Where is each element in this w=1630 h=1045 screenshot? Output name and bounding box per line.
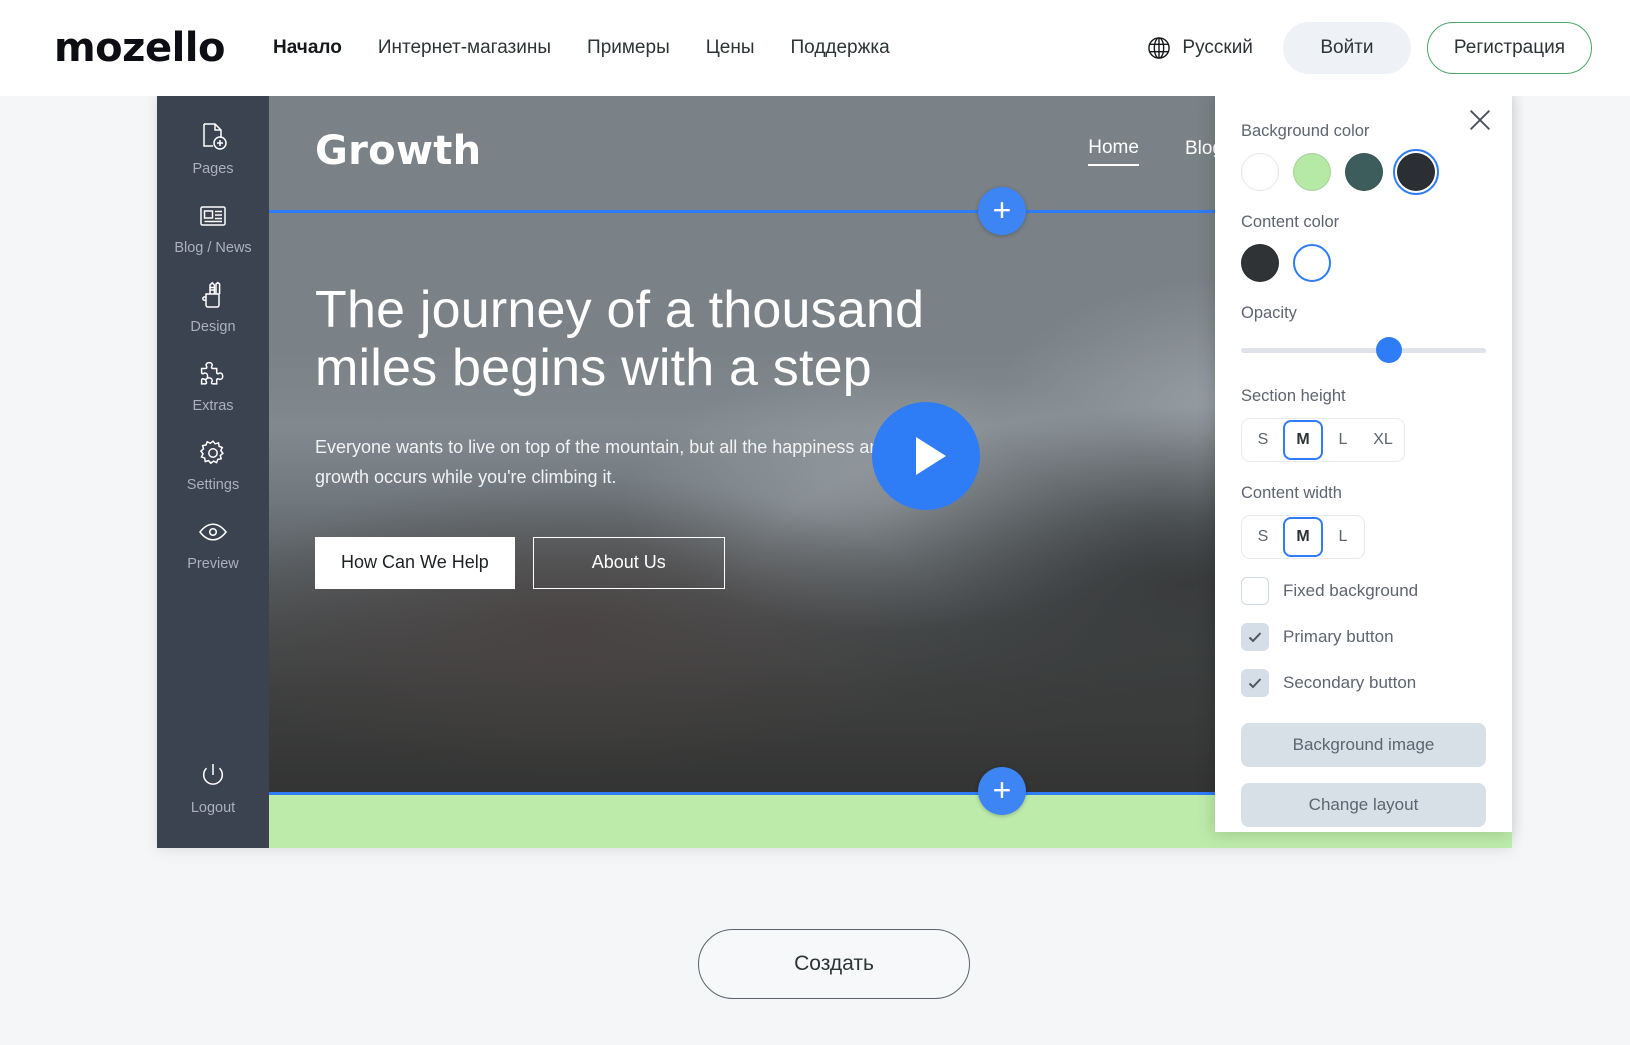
register-button[interactable]: Регистрация	[1426, 22, 1592, 74]
content-width-label: Content width	[1241, 484, 1342, 502]
header-actions: Русский Войти Регистрация	[1146, 22, 1592, 74]
check-icon	[1248, 678, 1262, 689]
hero-primary-button[interactable]: How Can We Help	[315, 536, 515, 589]
create-button[interactable]: Создать	[698, 929, 970, 999]
background-color-label: Background color	[1241, 122, 1370, 140]
opacity-slider-thumb[interactable]	[1375, 337, 1402, 363]
nav-item-examples[interactable]: Примеры	[587, 37, 670, 59]
add-section-button-top[interactable]: +	[978, 187, 1026, 235]
fixed-background-checkbox-row[interactable]: Fixed background	[1241, 577, 1486, 605]
site-nav-home[interactable]: Home	[1088, 137, 1139, 166]
site-header: mozello Начало Интернет-магазины Примеры…	[0, 0, 1630, 96]
sidebar-item-label: Pages	[192, 161, 234, 177]
sidebar-item-label: Logout	[190, 800, 236, 816]
bg-swatch-near-black[interactable]	[1393, 149, 1439, 195]
background-color-swatches	[1241, 149, 1486, 195]
sidebar-item-label: Settings	[186, 477, 240, 493]
section-height-option-l[interactable]: L	[1323, 420, 1363, 460]
sidebar-item-blog-news[interactable]: Blog / News	[157, 187, 269, 266]
nav-item-pricing[interactable]: Цены	[706, 37, 755, 59]
content-color-group: Content color	[1241, 213, 1486, 282]
secondary-button-checkbox[interactable]	[1241, 669, 1269, 697]
section-height-option-s[interactable]: S	[1243, 420, 1283, 460]
section-settings-panel: Background color Content color Opacity S…	[1215, 92, 1512, 832]
sidebar-item-label: Preview	[187, 556, 239, 572]
nav-item-home[interactable]: Начало	[273, 37, 342, 59]
language-label: Русский	[1182, 37, 1253, 58]
sidebar-item-label: Blog / News	[174, 240, 252, 256]
mozello-logo[interactable]: mozello	[54, 28, 225, 68]
language-selector[interactable]: Русский	[1146, 35, 1253, 61]
globe-icon	[1146, 35, 1172, 61]
opacity-slider[interactable]	[1241, 335, 1486, 365]
content-width-option-m[interactable]: M	[1283, 517, 1323, 557]
hero-heading[interactable]: The journey of a thousand miles begins w…	[315, 281, 1035, 397]
primary-button-label: Primary button	[1283, 627, 1394, 646]
content-swatch-dark[interactable]	[1241, 244, 1279, 282]
primary-button-checkbox-row[interactable]: Primary button	[1241, 623, 1486, 651]
nav-item-online-stores[interactable]: Интернет-магазины	[378, 37, 551, 59]
content-width-segmented-control: S M L	[1241, 515, 1365, 559]
fixed-background-checkbox[interactable]	[1241, 577, 1269, 605]
hero-secondary-button[interactable]: About Us	[532, 536, 725, 589]
login-button[interactable]: Войти	[1282, 22, 1411, 74]
section-height-option-m[interactable]: M	[1283, 420, 1323, 460]
hero-paragraph[interactable]: Everyone wants to live on top of the mou…	[315, 433, 935, 492]
primary-button-checkbox[interactable]	[1241, 623, 1269, 651]
opacity-group: Opacity	[1241, 304, 1486, 365]
section-height-label: Section height	[1241, 387, 1346, 405]
main-navigation: Начало Интернет-магазины Примеры Цены По…	[273, 37, 890, 59]
video-play-button[interactable]	[872, 402, 980, 510]
sidebar-item-label: Design	[190, 319, 236, 335]
fixed-background-label: Fixed background	[1283, 581, 1419, 600]
secondary-button-checkbox-row[interactable]: Secondary button	[1241, 669, 1486, 697]
content-color-swatches	[1241, 244, 1486, 282]
background-image-button[interactable]: Background image	[1241, 723, 1486, 767]
secondary-button-label: Secondary button	[1283, 673, 1417, 692]
sidebar-item-design[interactable]: Design	[157, 266, 269, 345]
change-layout-button[interactable]: Change layout	[1241, 783, 1486, 827]
pencil-cup-icon	[196, 278, 230, 312]
section-height-segmented-control: S M L XL	[1241, 418, 1405, 462]
sidebar-item-label: Extras	[192, 398, 234, 414]
background-color-group: Background color	[1241, 122, 1486, 195]
eye-icon	[196, 515, 230, 549]
power-icon	[196, 759, 230, 793]
newspaper-icon	[196, 199, 230, 233]
opacity-label: Opacity	[1241, 304, 1297, 322]
section-height-option-xl[interactable]: XL	[1363, 420, 1403, 460]
content-color-label: Content color	[1241, 213, 1340, 231]
bg-swatch-dark-teal[interactable]	[1345, 153, 1383, 191]
sidebar-item-pages[interactable]: Pages	[157, 108, 269, 187]
check-icon	[1248, 632, 1262, 643]
play-icon	[915, 437, 946, 475]
content-width-option-s[interactable]: S	[1243, 517, 1283, 557]
sidebar-item-settings[interactable]: Settings	[157, 424, 269, 503]
content-width-group: Content width S M L	[1241, 484, 1486, 559]
gear-icon	[196, 436, 230, 470]
hero-buttons: How Can We Help About Us	[315, 536, 1035, 589]
nav-item-support[interactable]: Поддержка	[791, 37, 890, 59]
bg-swatch-white[interactable]	[1241, 153, 1279, 191]
puzzle-icon	[196, 357, 230, 391]
sidebar-item-logout[interactable]: Logout	[157, 747, 269, 826]
close-icon[interactable]	[1464, 104, 1496, 136]
content-swatch-white[interactable]	[1293, 244, 1331, 282]
section-height-group: Section height S M L XL	[1241, 387, 1486, 462]
sidebar-item-extras[interactable]: Extras	[157, 345, 269, 424]
builder-sidebar: Pages Blog / News Design Extras Settings…	[157, 92, 269, 848]
bg-swatch-light-green[interactable]	[1293, 153, 1331, 191]
sidebar-item-preview[interactable]: Preview	[157, 503, 269, 582]
site-title[interactable]: Growth	[315, 128, 481, 174]
opacity-slider-track	[1241, 347, 1486, 353]
add-section-button-bottom[interactable]: +	[978, 767, 1026, 815]
content-width-option-l[interactable]: L	[1323, 517, 1363, 557]
page-add-icon	[196, 120, 230, 154]
